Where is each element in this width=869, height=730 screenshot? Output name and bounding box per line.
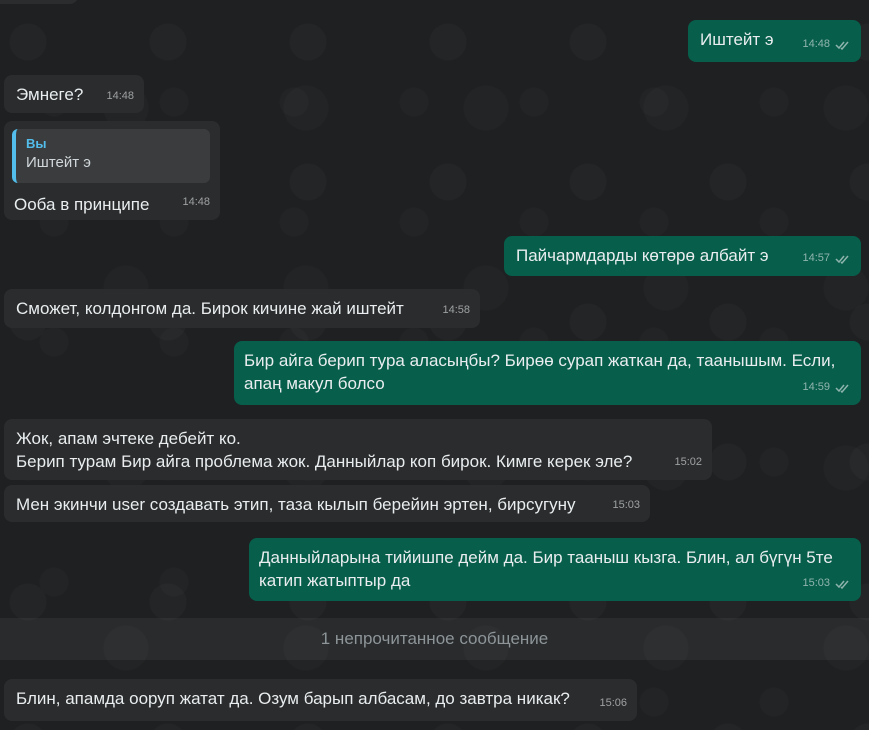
- message-text: Жок, апам эчтеке дебейт ко. Берип турам …: [16, 429, 633, 471]
- double-check-icon: [835, 384, 849, 393]
- outgoing-message[interactable]: Иштейт э 14:48: [688, 20, 861, 62]
- message-time: 15:03: [802, 577, 830, 589]
- outgoing-message[interactable]: Бир айга берип тура аласыңбы? Бирөө сура…: [234, 341, 861, 405]
- double-check-icon: [835, 41, 849, 50]
- incoming-message[interactable]: Мен экинчи user создавать этип, таза кыл…: [4, 485, 650, 522]
- incoming-message[interactable]: Сможет, колдонгом да. Бирок кичине жай и…: [4, 289, 480, 328]
- message-text: Ooба в принципе: [14, 195, 150, 214]
- reply-author: Вы: [26, 136, 47, 151]
- incoming-message[interactable]: Жок, апам эчтеке дебейт ко. Берип турам …: [4, 419, 712, 480]
- reply-text: Иштейт э: [26, 154, 91, 171]
- double-check-icon: [835, 255, 849, 264]
- incoming-message[interactable]: Блин, апамда ооруп жатат да. Озум барып …: [4, 679, 637, 721]
- double-check-icon: [835, 580, 849, 589]
- outgoing-message[interactable]: Данныйларына тийишпе дейм да. Бир тааныш…: [249, 538, 861, 601]
- message-text: Блин, апамда ооруп жатат да. Озум барып …: [16, 689, 570, 708]
- message-time: 15:06: [599, 697, 627, 709]
- message-time: 14:59: [802, 381, 830, 393]
- unread-messages-banner: 1 непрочитанное сообщение: [0, 618, 869, 660]
- previous-message-fragment: [0, 0, 78, 4]
- message-time: 14:57: [802, 252, 830, 264]
- reply-quote[interactable]: Вы Иштейт э: [12, 129, 210, 183]
- message-text: Сможет, колдонгом да. Бирок кичине жай и…: [16, 299, 404, 318]
- message-time: 14:48: [182, 196, 210, 208]
- message-text: Пайчармдарды көтөрө албайт э: [516, 246, 769, 265]
- message-text: Данныйларына тийишпе дейм да. Бир тааныш…: [259, 548, 833, 590]
- message-time: 14:48: [802, 38, 830, 50]
- message-text: Мен экинчи user создавать этип, таза кыл…: [16, 495, 576, 514]
- incoming-message[interactable]: Эмнеге? 14:48: [4, 75, 144, 113]
- chat-area[interactable]: Иштейт э 14:48 Эмнеге? 14:48 Вы Иштейт э…: [0, 0, 869, 730]
- outgoing-message[interactable]: Пайчармдарды көтөрө албайт э 14:57: [504, 236, 861, 276]
- message-text: Иштейт э: [700, 30, 774, 49]
- message-text: Бир айга берип тура аласыңбы? Бирөө сура…: [244, 351, 836, 393]
- message-time: 15:02: [674, 456, 702, 468]
- unread-banner-text: 1 непрочитанное сообщение: [320, 629, 549, 648]
- message-text: Эмнеге?: [16, 85, 84, 104]
- message-time: 14:58: [442, 304, 470, 316]
- message-time: 15:03: [612, 499, 640, 511]
- message-time: 14:48: [106, 90, 134, 102]
- incoming-message-with-reply[interactable]: Вы Иштейт э Ooба в принципе 14:48: [4, 121, 220, 220]
